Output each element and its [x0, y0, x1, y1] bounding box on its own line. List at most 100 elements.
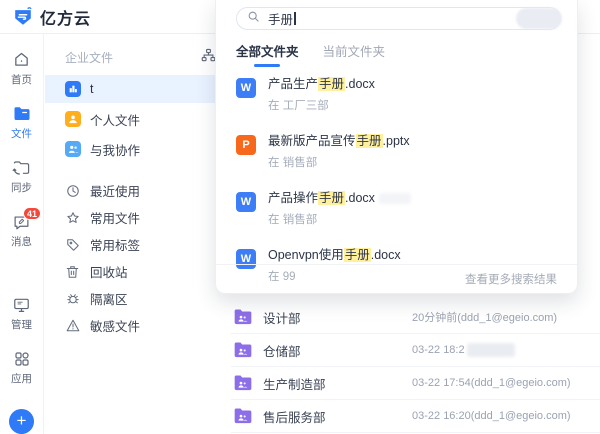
rail-label: 首页 — [11, 72, 32, 87]
search-dropdown-panel: 手册 全部文件夹 当前文件夹 W 产品生产手册.docx 在 工厂三部 P 最新… — [215, 0, 578, 294]
sidebar-item-enterprise-root[interactable]: t — [45, 75, 230, 103]
tab-all-folders[interactable]: 全部文件夹 — [236, 41, 299, 65]
result-title: 产品操作手册.docx — [268, 191, 411, 206]
org-chart-icon[interactable] — [201, 48, 216, 67]
rail-item-messages[interactable]: 41 消息 — [11, 212, 32, 249]
sidebar-section-title: 企业文件 — [65, 49, 113, 66]
search-result-item[interactable]: W 产品操作手册.docx 在 销售部 — [236, 191, 557, 227]
rail-label: 应用 — [11, 371, 32, 386]
sidebar-item-label: 与我协作 — [90, 140, 140, 159]
result-location: 在 工厂三部 — [268, 97, 375, 113]
search-query-text: 手册 — [268, 9, 293, 28]
logo-text: 亿方云 — [40, 5, 91, 29]
search-panel-footer: 查看更多搜索结果 — [216, 264, 577, 293]
rail-label: 同步 — [11, 180, 32, 195]
sidebar-item-label: 个人文件 — [90, 110, 140, 129]
sidebar-item-frequent-tags[interactable]: 常用标签 — [45, 231, 230, 258]
result-location: 在 销售部 — [268, 211, 411, 227]
result-title: Openvpn使用手册.docx — [268, 248, 401, 263]
sidebar-item-label: 隔离区 — [90, 289, 128, 308]
text-cursor — [294, 12, 296, 25]
search-result-item[interactable]: W 产品生产手册.docx 在 工厂三部 — [236, 77, 557, 113]
rail-item-sync[interactable]: 同步 — [11, 158, 32, 195]
folder-updated-time: 20分钟前(ddd_1@egeio.com) — [412, 309, 592, 325]
censor-blur — [467, 343, 515, 357]
building-icon — [65, 81, 81, 97]
search-results-list: W 产品生产手册.docx 在 工厂三部 P 最新版产品宣传手册.pptx 在 … — [216, 65, 577, 284]
sidebar-item-label: 回收站 — [90, 262, 128, 281]
ppt-file-icon: P — [236, 135, 256, 155]
rail-label: 消息 — [11, 234, 32, 249]
rail-label: 文件 — [11, 126, 32, 141]
result-title: 产品生产手册.docx — [268, 77, 375, 92]
folder-updated-time: 03-22 17:54(ddd_1@egeio.com) — [412, 377, 592, 389]
sidebar-item-label: 常用文件 — [90, 208, 140, 227]
result-title: 最新版产品宣传手册.pptx — [268, 134, 410, 149]
sidebar-item-shared-with-me[interactable]: 与我协作 — [45, 135, 230, 163]
table-row[interactable]: 售后服务部 03-22 16:20(ddd_1@egeio.com) — [231, 400, 600, 433]
rail-item-home[interactable]: 首页 — [11, 50, 32, 87]
clock-icon — [65, 183, 80, 198]
people-icon — [65, 141, 81, 157]
sidebar-item-recent[interactable]: 最近使用 — [45, 177, 230, 204]
folder-name: 售后服务部 — [263, 407, 412, 426]
search-result-item[interactable]: P 最新版产品宣传手册.pptx 在 销售部 — [236, 134, 557, 170]
search-icon — [247, 10, 260, 28]
folder-rows: 设计部 20分钟前(ddd_1@egeio.com) 仓储部 03-22 18:… — [231, 301, 600, 433]
view-more-results-link[interactable]: 查看更多搜索结果 — [465, 271, 557, 287]
tag-icon — [65, 237, 80, 252]
department-folder-icon — [233, 407, 253, 425]
department-folder-icon — [233, 374, 253, 392]
sidebar-item-trash[interactable]: 回收站 — [45, 258, 230, 285]
result-location: 在 销售部 — [268, 154, 410, 170]
rail-item-apps[interactable]: 应用 — [11, 349, 32, 386]
sidebar-item-personal-files[interactable]: 个人文件 — [45, 105, 230, 133]
rail-item-admin[interactable]: 管理 — [11, 295, 32, 332]
word-file-icon: W — [236, 192, 256, 212]
sidebar-item-label: 敏感文件 — [90, 316, 140, 335]
sync-folder-icon — [12, 158, 31, 177]
rail-item-files[interactable]: 文件 — [11, 104, 32, 141]
search-input[interactable]: 手册 — [236, 7, 561, 30]
sidebar-shortcut-list: 最近使用 常用文件 常用标签 — [45, 177, 230, 339]
censor-blur — [379, 193, 411, 204]
sidebar-folder-list: t 个人文件 与我协作 — [45, 75, 230, 163]
sidebar-item-label: 常用标签 — [90, 235, 140, 254]
censor-blur — [516, 8, 562, 29]
department-folder-icon — [233, 341, 253, 359]
folder-icon — [12, 104, 31, 123]
trash-icon — [65, 264, 80, 279]
table-row[interactable]: 生产制造部 03-22 17:54(ddd_1@egeio.com) — [231, 367, 600, 400]
table-row[interactable]: 仓储部 03-22 18:2 — [231, 334, 600, 367]
tab-current-folder[interactable]: 当前文件夹 — [323, 41, 386, 65]
person-icon — [65, 111, 81, 127]
left-rail: 首页 文件 同步 — [0, 34, 44, 434]
highlighted-keyword: 手册 — [318, 191, 345, 205]
highlighted-keyword: 手册 — [318, 77, 345, 91]
warning-triangle-icon — [65, 318, 80, 333]
home-icon — [12, 50, 31, 69]
sidebar-item-frequent-files[interactable]: 常用文件 — [45, 204, 230, 231]
message-icon: 41 — [12, 212, 31, 231]
word-file-icon: W — [236, 78, 256, 98]
logo-icon — [12, 6, 34, 28]
department-folder-icon — [233, 308, 253, 326]
create-new-button[interactable]: + — [9, 409, 34, 434]
sidebar-header: 企业文件 — [45, 46, 230, 75]
monitor-icon — [12, 295, 31, 314]
sidebar-item-sensitive-files[interactable]: 敏感文件 — [45, 312, 230, 339]
app-logo[interactable]: 亿方云 — [12, 5, 91, 29]
highlighted-keyword: 手册 — [356, 134, 383, 148]
message-badge: 41 — [23, 207, 41, 220]
rail-label: 管理 — [11, 317, 32, 332]
sidebar-item-quarantine[interactable]: 隔离区 — [45, 285, 230, 312]
sidebar-item-label: t — [90, 82, 93, 96]
star-icon — [65, 210, 80, 225]
search-scope-tabs: 全部文件夹 当前文件夹 — [216, 41, 577, 65]
quarantine-bug-icon — [65, 291, 80, 306]
app-window: 亿方云 首页 文件 — [0, 0, 600, 434]
search-bar-area: 手册 — [216, 0, 577, 30]
folder-name: 设计部 — [263, 308, 412, 327]
table-row[interactable]: 设计部 20分钟前(ddd_1@egeio.com) — [231, 301, 600, 334]
folder-updated-time: 03-22 18:2 — [412, 343, 592, 357]
